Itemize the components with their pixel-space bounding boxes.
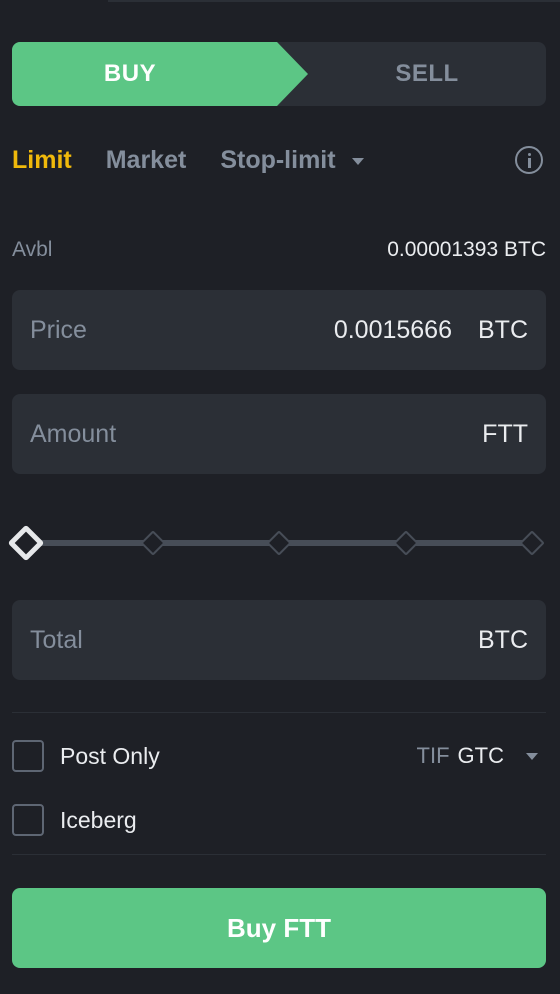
price-input[interactable]: Price 0.0015666 BTC bbox=[12, 290, 546, 370]
available-label: Avbl bbox=[12, 238, 53, 261]
available-balance-row: Avbl 0.00001393 BTC bbox=[12, 236, 546, 264]
post-only-label[interactable]: Post Only bbox=[60, 743, 160, 770]
sell-tab[interactable]: SELL bbox=[308, 42, 546, 106]
chevron-down-icon bbox=[526, 752, 538, 760]
slider-handle[interactable] bbox=[7, 524, 45, 562]
post-only-row: Post Only TIF GTC bbox=[12, 739, 546, 773]
price-unit: BTC bbox=[478, 315, 528, 344]
post-only-checkbox[interactable] bbox=[12, 740, 44, 772]
iceberg-row: Iceberg bbox=[12, 803, 546, 837]
iceberg-label[interactable]: Iceberg bbox=[60, 807, 137, 834]
options-divider-top bbox=[12, 712, 546, 713]
options-divider-bottom bbox=[12, 854, 546, 855]
chevron-down-icon bbox=[351, 157, 364, 165]
amount-input[interactable]: Amount FTT bbox=[12, 394, 546, 474]
iceberg-checkbox[interactable] bbox=[12, 804, 44, 836]
slider-mark-100[interactable] bbox=[519, 530, 545, 556]
slider-mark-75[interactable] bbox=[392, 530, 419, 556]
tif-value: GTC bbox=[457, 743, 504, 768]
slider-mark-25[interactable] bbox=[139, 530, 166, 556]
total-label: Total bbox=[30, 625, 83, 654]
amount-unit: FTT bbox=[482, 419, 528, 448]
buy-sell-toggle: SELL BUY bbox=[12, 42, 546, 106]
price-value[interactable]: 0.0015666 bbox=[334, 316, 452, 345]
total-unit: BTC bbox=[478, 625, 528, 654]
order-type-tabs: Limit Market Stop-limit bbox=[12, 140, 546, 180]
buy-tab[interactable]: BUY bbox=[12, 42, 308, 106]
info-icon[interactable] bbox=[515, 146, 543, 174]
total-input[interactable]: Total BTC bbox=[12, 600, 546, 680]
buy-tab-label: BUY bbox=[103, 60, 157, 87]
top-divider bbox=[108, 0, 560, 2]
tab-limit[interactable]: Limit bbox=[12, 146, 72, 175]
tab-stop-limit[interactable]: Stop-limit bbox=[220, 145, 364, 175]
sell-tab-label: SELL bbox=[395, 60, 459, 87]
available-value: 0.00001393 BTC bbox=[387, 238, 546, 261]
tab-market[interactable]: Market bbox=[106, 146, 187, 175]
amount-label: Amount bbox=[30, 419, 117, 448]
tif-select[interactable]: TIF GTC bbox=[417, 739, 538, 773]
slider-mark-50[interactable] bbox=[266, 530, 292, 556]
tif-label: TIF bbox=[416, 743, 450, 768]
buy-submit-button[interactable]: Buy FTT bbox=[12, 888, 546, 968]
tab-stop-limit-label: Stop-limit bbox=[220, 145, 336, 174]
amount-percent-slider[interactable] bbox=[7, 524, 546, 564]
price-label: Price bbox=[30, 315, 87, 344]
